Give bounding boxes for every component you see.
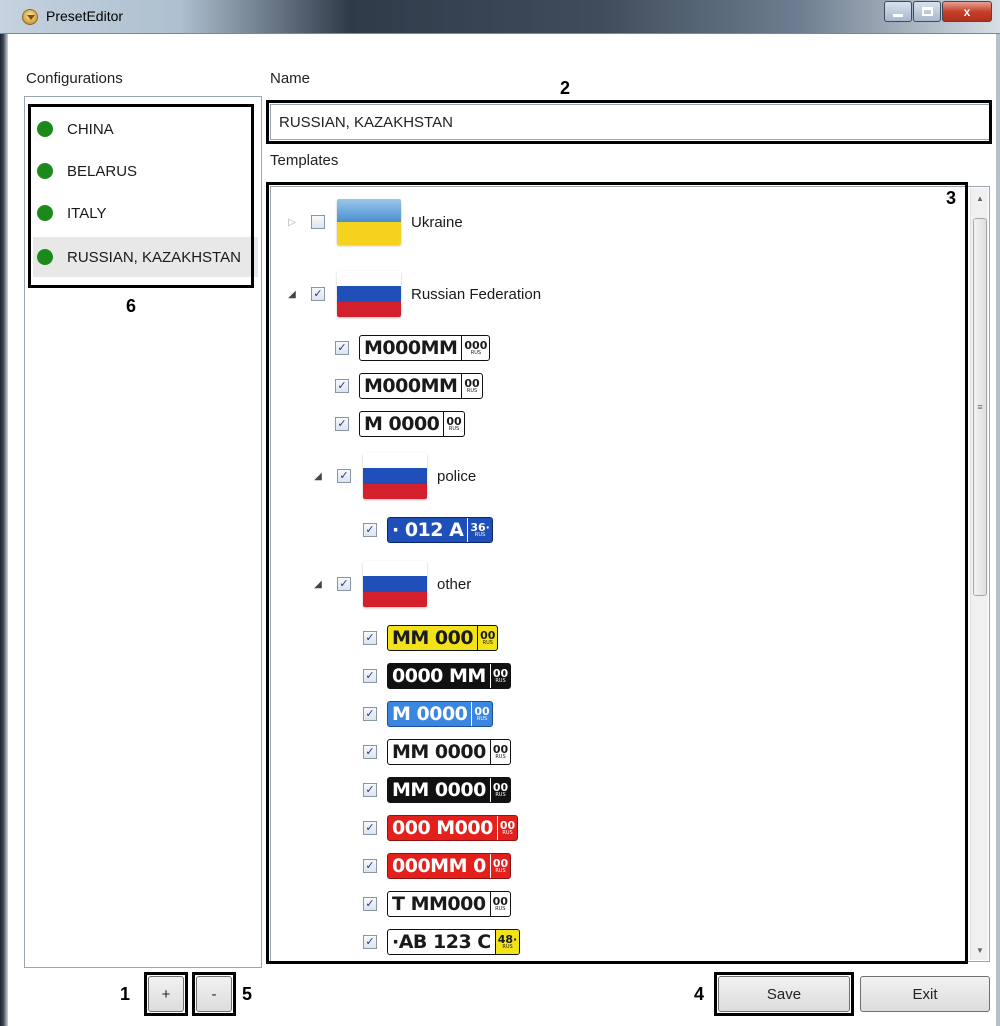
annotation-box-6 [28, 104, 254, 288]
annotation-number-2: 2 [560, 78, 571, 98]
scroll-up-arrow-icon[interactable]: ▲ [971, 190, 989, 206]
title-bar[interactable]: PresetEditor x [0, 0, 1000, 34]
window-title: PresetEditor [46, 8, 124, 24]
annotation-box-1 [144, 972, 188, 1016]
app-icon [22, 9, 38, 25]
annotation-number-5: 5 [242, 984, 253, 1004]
annotation-number-6: 6 [126, 296, 137, 316]
configurations-label: Configurations [26, 70, 123, 87]
minimize-icon [893, 13, 903, 17]
close-icon: x [963, 4, 971, 19]
annotation-box-5 [192, 972, 236, 1016]
window-controls: x [883, 1, 992, 22]
maximize-button[interactable] [913, 1, 941, 22]
grip-icon: ≡ [977, 402, 983, 412]
templates-label: Templates [270, 152, 339, 169]
scroll-down-arrow-icon[interactable]: ▼ [971, 942, 989, 958]
annotation-number-4: 4 [694, 984, 705, 1004]
close-button[interactable]: x [942, 1, 992, 22]
preset-editor-window: PresetEditor x Configurations Name Templ… [0, 0, 1000, 1026]
annotation-number-1: 1 [120, 984, 131, 1004]
maximize-icon [921, 7, 933, 16]
exit-button[interactable]: Exit [860, 976, 990, 1012]
annotation-number-3: 3 [946, 188, 957, 208]
annotation-box-3 [266, 182, 968, 964]
templates-scrollbar[interactable]: ▲ ≡ ▼ [970, 188, 988, 960]
window-frame-left [0, 34, 8, 1026]
annotation-box-4 [714, 972, 854, 1016]
annotation-box-2 [266, 100, 992, 144]
name-label: Name [270, 70, 311, 87]
window-frame-right [996, 34, 1000, 1026]
scrollbar-thumb[interactable]: ≡ [973, 218, 987, 596]
minimize-button[interactable] [884, 1, 912, 22]
